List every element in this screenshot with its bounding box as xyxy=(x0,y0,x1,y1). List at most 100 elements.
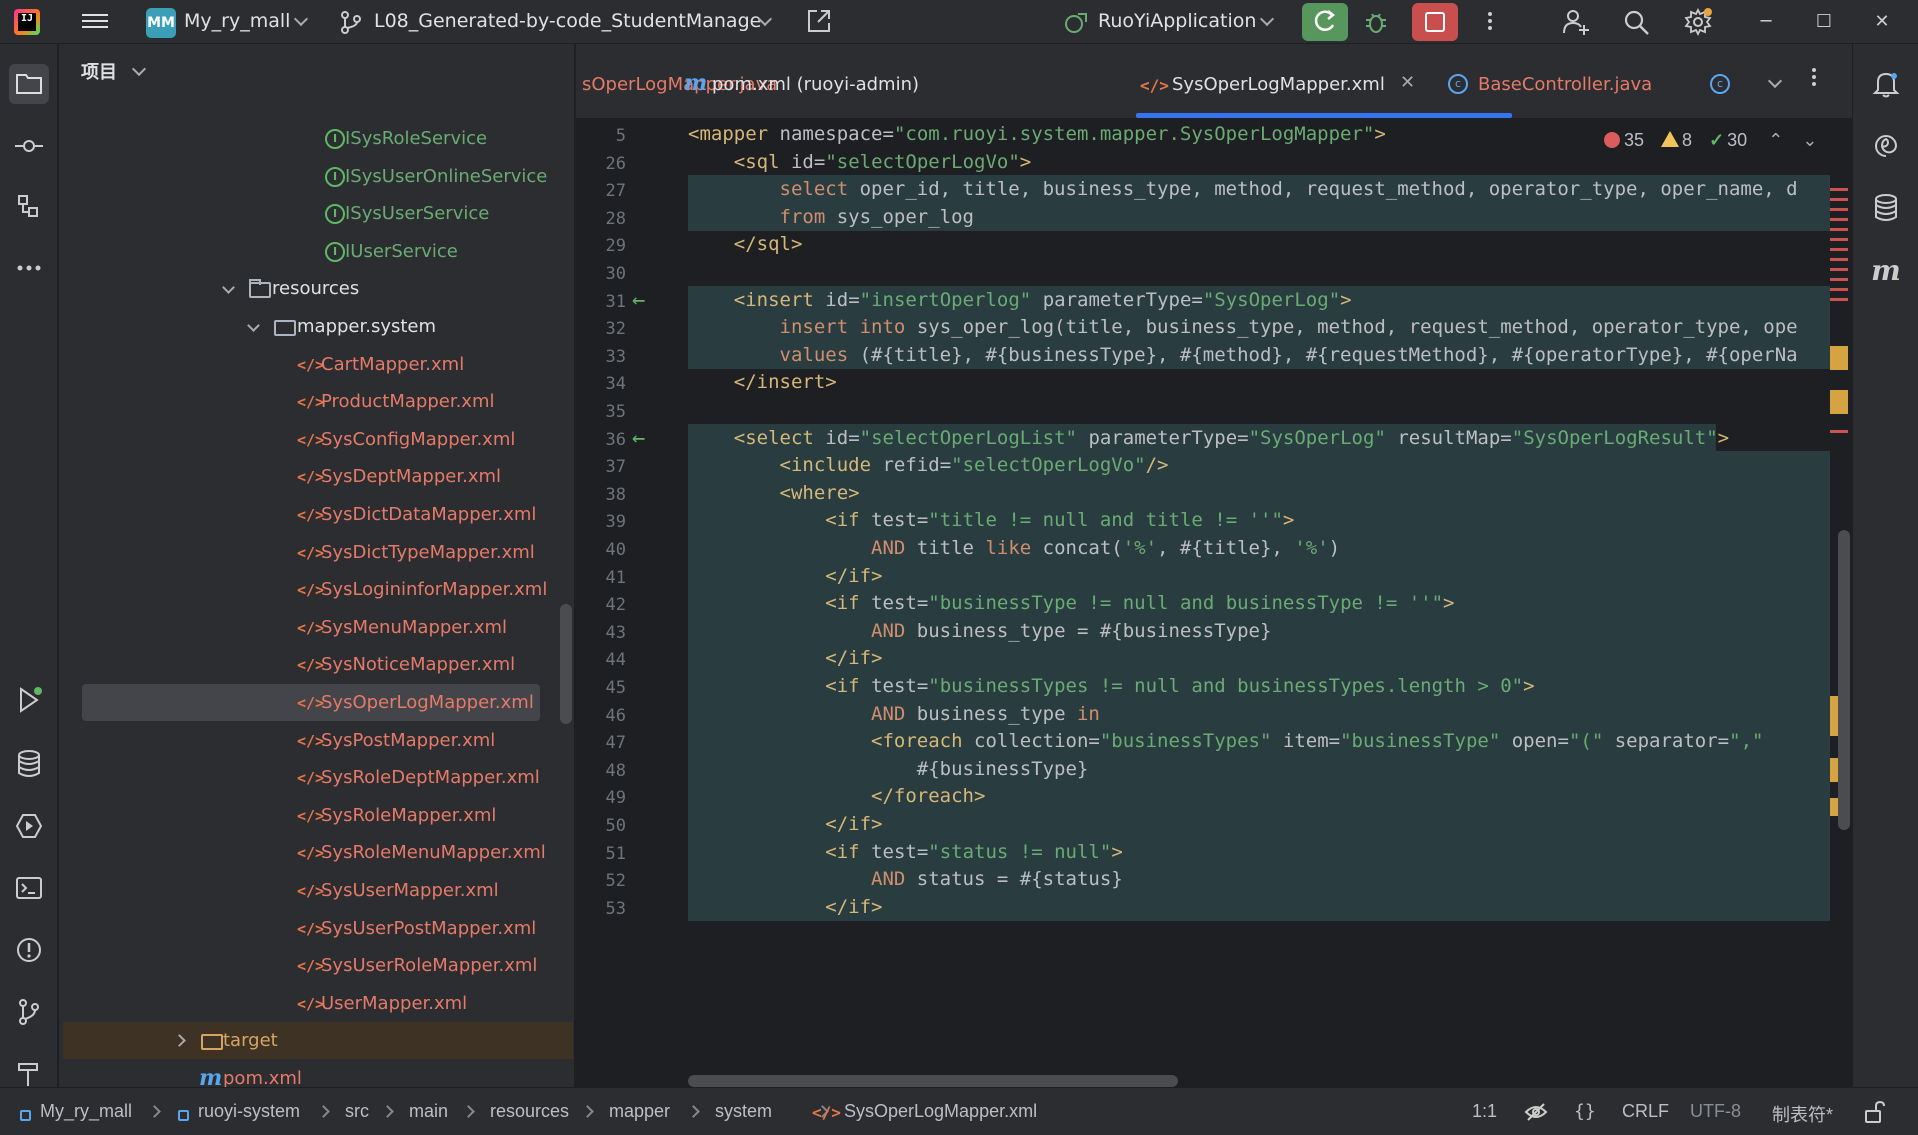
chevron-down-icon[interactable] xyxy=(222,281,235,294)
add-user-icon[interactable] xyxy=(1562,8,1590,36)
editor-vertical-scrollbar[interactable] xyxy=(1838,530,1850,830)
file-encoding[interactable]: UTF-8 xyxy=(1690,1101,1741,1122)
indent-setting[interactable]: 制表符* xyxy=(1772,1101,1833,1127)
line-number[interactable]: 50 xyxy=(576,816,626,836)
line-number[interactable]: 31 xyxy=(576,292,626,312)
line-number[interactable]: 38 xyxy=(576,485,626,505)
line-number[interactable]: 34 xyxy=(576,374,626,394)
tabs-more-icon[interactable] xyxy=(1812,66,1818,90)
close-window-button[interactable]: ✕ xyxy=(1868,8,1896,36)
project-scrollbar[interactable] xyxy=(560,604,572,724)
line-separator[interactable]: CRLF xyxy=(1622,1101,1669,1122)
lock-open-icon[interactable] xyxy=(1864,1100,1886,1124)
tree-item[interactable]: </> SysOperLogMapper.xml xyxy=(82,684,540,721)
caret-position[interactable]: 1:1 xyxy=(1472,1101,1497,1122)
tree-item[interactable]: I IUserService xyxy=(59,233,561,270)
run-tool-button[interactable] xyxy=(9,680,49,720)
line-number[interactable]: 53 xyxy=(576,899,626,919)
tree-item[interactable]: </> SysMenuMapper.xml xyxy=(59,609,561,646)
breadcrumb-item[interactable]: ruoyi-system xyxy=(198,1101,300,1122)
tree-item[interactable]: </> SysDictDataMapper.xml xyxy=(59,496,561,533)
chevron-right-icon[interactable] xyxy=(173,1034,186,1047)
ai-assistant-button[interactable] xyxy=(1866,126,1906,166)
services-tool-button[interactable] xyxy=(9,806,49,846)
line-number[interactable]: 27 xyxy=(576,181,626,201)
line-number[interactable]: 41 xyxy=(576,568,626,588)
code-line[interactable]: values (#{title}, #{businessType}, #{met… xyxy=(688,338,1798,372)
eye-off-icon[interactable] xyxy=(1524,1100,1548,1124)
line-number[interactable]: 26 xyxy=(576,154,626,174)
tree-item[interactable]: </> SysRoleMenuMapper.xml xyxy=(59,834,561,871)
project-tool-button[interactable] xyxy=(9,64,49,104)
rerun-button[interactable] xyxy=(1302,3,1348,41)
warning-stripe-marker[interactable] xyxy=(1830,390,1848,414)
chevron-down-icon[interactable]: ⌄ xyxy=(1802,130,1817,150)
code-line[interactable]: </sql> xyxy=(688,227,803,261)
error-stripe-marker[interactable] xyxy=(1830,248,1848,251)
error-stripe-marker[interactable] xyxy=(1830,198,1848,201)
intellij-logo-icon[interactable]: IJ xyxy=(14,9,40,35)
tree-item[interactable]: </> SysDeptMapper.xml xyxy=(59,458,561,495)
settings-gear-icon[interactable] xyxy=(1684,8,1712,36)
breadcrumb-item[interactable]: main xyxy=(409,1101,448,1122)
tree-item[interactable]: </> UserMapper.xml xyxy=(59,985,561,1022)
line-number[interactable]: 51 xyxy=(576,844,626,864)
project-badge[interactable]: MM xyxy=(146,8,176,38)
line-number[interactable]: 33 xyxy=(576,347,626,367)
tree-item[interactable]: </> CartMapper.xml xyxy=(59,346,561,383)
line-number[interactable]: 36 xyxy=(576,430,626,450)
line-number[interactable]: 43 xyxy=(576,623,626,643)
tree-item[interactable]: </> SysNoticeMapper.xml xyxy=(59,646,561,683)
minimize-button[interactable]: ─ xyxy=(1752,8,1780,36)
more-vertical-icon[interactable] xyxy=(1488,10,1494,34)
tree-item[interactable]: </> SysDictTypeMapper.xml xyxy=(59,534,561,571)
line-number[interactable]: 30 xyxy=(576,264,626,284)
line-number[interactable]: 5 xyxy=(576,126,626,146)
tree-item[interactable]: I ISysRoleService xyxy=(59,120,561,157)
line-number[interactable]: 48 xyxy=(576,761,626,781)
main-menu-icon[interactable] xyxy=(82,10,108,32)
line-number[interactable]: 37 xyxy=(576,457,626,477)
tree-item[interactable]: </> ProductMapper.xml xyxy=(59,383,561,420)
breadcrumb-item[interactable]: mapper xyxy=(609,1101,670,1122)
chevron-down-icon[interactable] xyxy=(1259,11,1275,27)
line-number[interactable]: 49 xyxy=(576,788,626,808)
tree-item[interactable]: </> SysRoleDeptMapper.xml xyxy=(59,759,561,796)
error-stripe-marker[interactable] xyxy=(1830,278,1848,281)
tab-basecontroller-java[interactable]: BaseController.java xyxy=(1478,74,1652,95)
braces-icon[interactable]: {} xyxy=(1574,1101,1596,1122)
database-panel-button[interactable] xyxy=(1866,188,1906,228)
tree-item[interactable]: </> SysUserPostMapper.xml xyxy=(59,910,561,947)
breadcrumb-item[interactable]: src xyxy=(345,1101,369,1122)
tree-item[interactable]: target xyxy=(63,1022,573,1059)
chevron-down-icon[interactable] xyxy=(247,319,260,332)
error-stripe-marker[interactable] xyxy=(1830,238,1848,241)
warning-stripe-marker[interactable] xyxy=(1830,346,1848,370)
chevron-up-icon[interactable]: ⌃ xyxy=(1768,130,1783,150)
breadcrumb-item[interactable]: system xyxy=(715,1101,772,1122)
debug-icon[interactable] xyxy=(1364,10,1388,34)
tree-item[interactable]: </> SysPostMapper.xml xyxy=(59,722,561,759)
line-number[interactable]: 45 xyxy=(576,678,626,698)
line-number[interactable]: 52 xyxy=(576,871,626,891)
error-stripe-marker[interactable] xyxy=(1830,218,1848,221)
inspection-widget[interactable]: 35 8 ✓ 30 ⌃ ⌄ xyxy=(1604,130,1817,151)
maximize-button[interactable]: ☐ xyxy=(1810,8,1838,36)
error-stripe-marker[interactable] xyxy=(1830,228,1848,231)
line-number[interactable]: 32 xyxy=(576,319,626,339)
project-name[interactable]: My_ry_mall xyxy=(184,10,290,32)
code-line[interactable]: </if> xyxy=(688,890,882,924)
database-tool-button[interactable] xyxy=(9,744,49,784)
error-stripe-marker[interactable] xyxy=(1830,208,1848,211)
line-number[interactable]: 42 xyxy=(576,595,626,615)
search-icon[interactable] xyxy=(1622,8,1650,36)
error-stripe-marker[interactable] xyxy=(1830,188,1848,191)
maven-icon[interactable]: m xyxy=(1866,250,1906,290)
notifications-button[interactable] xyxy=(1866,64,1906,104)
line-number[interactable]: 47 xyxy=(576,733,626,753)
tree-item[interactable]: </> SysRoleMapper.xml xyxy=(59,797,561,834)
open-external-icon[interactable] xyxy=(806,8,832,34)
code-editor[interactable]: 5 26 27 28 29 30 31 ← 32 33 34 35 36 ← 37 38 39 40 41 42 43 4… xyxy=(576,118,1852,1087)
error-stripe-marker[interactable] xyxy=(1830,258,1848,261)
tree-item[interactable]: </> SysUserRoleMapper.xml xyxy=(59,947,561,984)
